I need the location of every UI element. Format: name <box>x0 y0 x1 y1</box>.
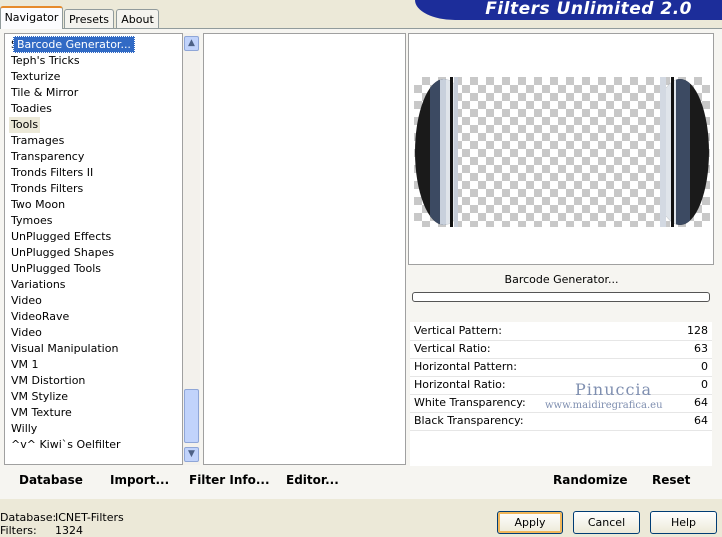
tab-presets-label: Presets <box>68 13 110 26</box>
parameter-row[interactable]: Horizontal Pattern: 0 <box>410 358 712 377</box>
category-item[interactable]: VM Stylize <box>11 389 68 405</box>
category-item[interactable]: UnPlugged Shapes <box>11 245 114 261</box>
apply-button-label: Apply <box>514 516 546 529</box>
filter-list[interactable] <box>203 33 406 465</box>
status-database-label: Database: <box>0 511 57 524</box>
category-item[interactable]: Teph's Tricks <box>11 53 80 69</box>
barcode-preview-graphic <box>415 77 709 227</box>
tab-about[interactable]: About <box>116 9 159 28</box>
filter-info-button-label: Filter Info... <box>189 473 270 487</box>
scroll-thumb[interactable] <box>184 389 199 443</box>
reset-button-label: Reset <box>652 473 691 487</box>
category-item[interactable]: UnPlugged Tools <box>11 261 101 277</box>
parameter-value: 128 <box>687 324 708 337</box>
category-item[interactable]: Variations <box>11 277 66 293</box>
import-button[interactable]: Import... <box>110 473 169 487</box>
filter-item-barcode-generator[interactable]: Barcode Generator... <box>13 36 135 53</box>
app-banner: Filters Unlimited 2.0 <box>415 0 722 20</box>
parameter-row[interactable]: Black Transparency: 64 <box>410 412 712 431</box>
category-item[interactable]: VM Distortion <box>11 373 85 389</box>
parameter-label: Vertical Ratio: <box>414 342 491 355</box>
parameter-row[interactable]: Vertical Ratio: 63 <box>410 340 712 359</box>
category-item[interactable]: VM Texture <box>11 405 72 421</box>
apply-button[interactable]: Apply <box>497 511 563 534</box>
parameter-row[interactable]: Vertical Pattern: 128 <box>410 322 712 341</box>
category-list[interactable]: SybiaTeph's TricksTexturizeTile & Mirror… <box>4 33 183 465</box>
parameter-value: 63 <box>694 342 708 355</box>
category-item[interactable]: Texturize <box>11 69 60 85</box>
parameter-value: 0 <box>701 360 708 373</box>
category-item[interactable]: Tronds Filters II <box>11 165 93 181</box>
database-button[interactable]: Database <box>19 473 83 487</box>
category-item[interactable]: VideoRave <box>11 309 69 325</box>
category-item[interactable]: Video <box>11 293 42 309</box>
parameter-value: 64 <box>694 396 708 409</box>
parameter-label: White Transparency: <box>414 396 526 409</box>
help-button-label: Help <box>670 516 697 529</box>
category-item[interactable]: Tymoes <box>11 213 52 229</box>
parameter-value: 0 <box>701 378 708 391</box>
tab-navigator[interactable]: Navigator <box>0 6 63 29</box>
tab-navigator-label: Navigator <box>4 11 59 24</box>
randomize-button-label: Randomize <box>553 473 628 487</box>
cancel-button-label: Cancel <box>587 516 626 529</box>
editor-button-label: Editor... <box>286 473 339 487</box>
status-filters-value: 1324 <box>55 524 83 537</box>
category-item[interactable]: Tools <box>9 117 41 133</box>
category-item[interactable]: VM 1 <box>11 357 39 373</box>
help-button[interactable]: Help <box>650 511 717 534</box>
scroll-up-button[interactable]: ▲ <box>184 36 199 51</box>
status-database-value: ICNET-Filters <box>55 511 124 524</box>
current-filter-name: Barcode Generator... <box>504 273 619 286</box>
editor-button[interactable]: Editor... <box>286 473 339 487</box>
status-database: Database: ICNET-Filters <box>0 511 124 524</box>
parameter-label: Black Transparency: <box>414 414 524 427</box>
progress-bar <box>412 292 710 302</box>
database-button-label: Database <box>19 473 83 487</box>
randomize-button[interactable]: Randomize <box>553 473 627 487</box>
category-item[interactable]: Tronds Filters <box>11 181 83 197</box>
category-item[interactable]: ^v^ Kiwi`s Oelfilter <box>11 437 121 453</box>
category-item[interactable]: Two Moon <box>11 197 65 213</box>
parameter-label: Horizontal Pattern: <box>414 360 517 373</box>
reset-button[interactable]: Reset <box>652 473 690 487</box>
category-scrollbar[interactable]: ▲ ▼ <box>183 33 200 465</box>
category-item[interactable]: Tile & Mirror <box>11 85 78 101</box>
app-title: Filters Unlimited 2.0 <box>485 0 692 19</box>
scroll-down-button[interactable]: ▼ <box>184 447 199 462</box>
parameter-label: Vertical Pattern: <box>414 324 502 337</box>
category-item[interactable]: Visual Manipulation <box>11 341 118 357</box>
watermark-site: www.maidiregrafica.eu <box>545 400 663 411</box>
import-button-label: Import... <box>110 473 170 487</box>
status-filters: Filters: 1324 <box>0 524 83 537</box>
category-item[interactable]: Transparency <box>11 149 84 165</box>
category-item[interactable]: Willy <box>11 421 37 437</box>
status-filters-label: Filters: <box>0 524 37 537</box>
parameter-row[interactable]: Horizontal Ratio: 0 <box>410 376 712 395</box>
category-item[interactable]: Toadies <box>11 101 52 117</box>
watermark-name: Pinuccia <box>575 380 653 399</box>
tab-about-label: About <box>121 13 154 26</box>
tab-presets[interactable]: Presets <box>64 9 114 28</box>
cancel-button[interactable]: Cancel <box>573 511 640 534</box>
category-item[interactable]: UnPlugged Effects <box>11 229 111 245</box>
filter-preview-image <box>414 77 710 227</box>
category-item[interactable]: Video <box>11 325 42 341</box>
parameter-value: 64 <box>694 414 708 427</box>
parameter-panel: Vertical Pattern: 128 Vertical Ratio: 63 Hor… <box>410 322 712 466</box>
category-item[interactable]: Tramages <box>11 133 64 149</box>
parameter-label: Horizontal Ratio: <box>414 378 506 391</box>
filter-info-button[interactable]: Filter Info... <box>189 473 270 487</box>
